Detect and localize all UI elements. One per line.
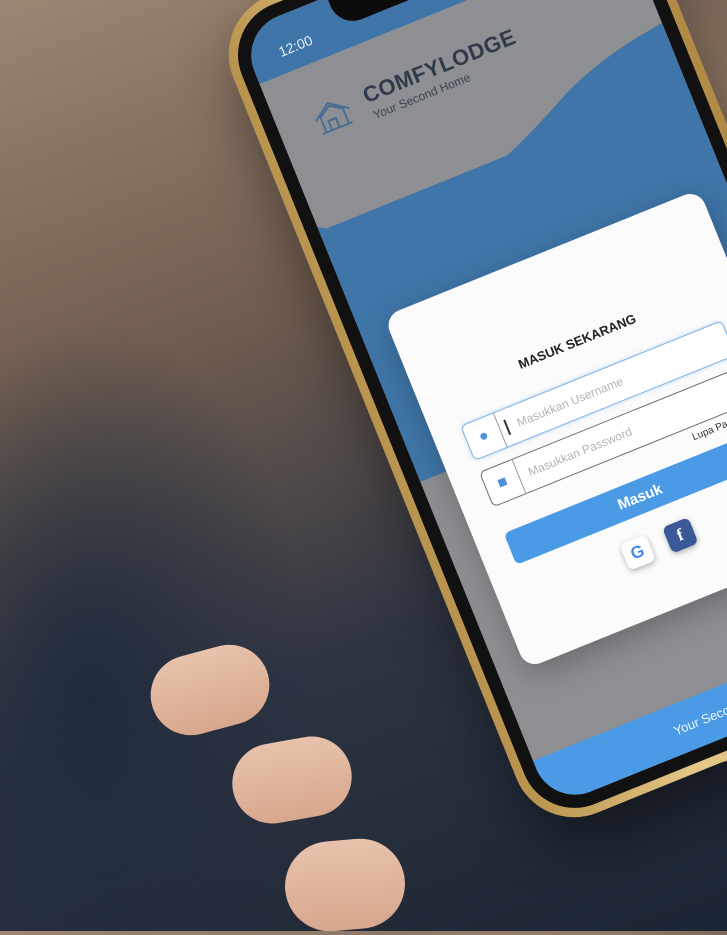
- status-time: 12:00: [276, 31, 315, 60]
- app-screen: 12:00 ▲▼▮ COMFYLODGE Your Second Home MA…: [238, 0, 727, 808]
- facebook-login-button[interactable]: f: [662, 517, 699, 554]
- facebook-icon: f: [673, 525, 687, 545]
- lock-icon: ■: [480, 459, 527, 507]
- google-login-button[interactable]: G: [619, 534, 656, 571]
- hand-finger: [141, 635, 279, 745]
- user-icon: ●: [461, 413, 508, 460]
- footer-text: Your Second Home: [671, 682, 727, 738]
- phone-frame: 12:00 ▲▼▮ COMFYLODGE Your Second Home MA…: [210, 0, 727, 836]
- hand-finger: [225, 730, 359, 830]
- google-icon: G: [627, 540, 648, 564]
- hand-finger: [281, 834, 409, 935]
